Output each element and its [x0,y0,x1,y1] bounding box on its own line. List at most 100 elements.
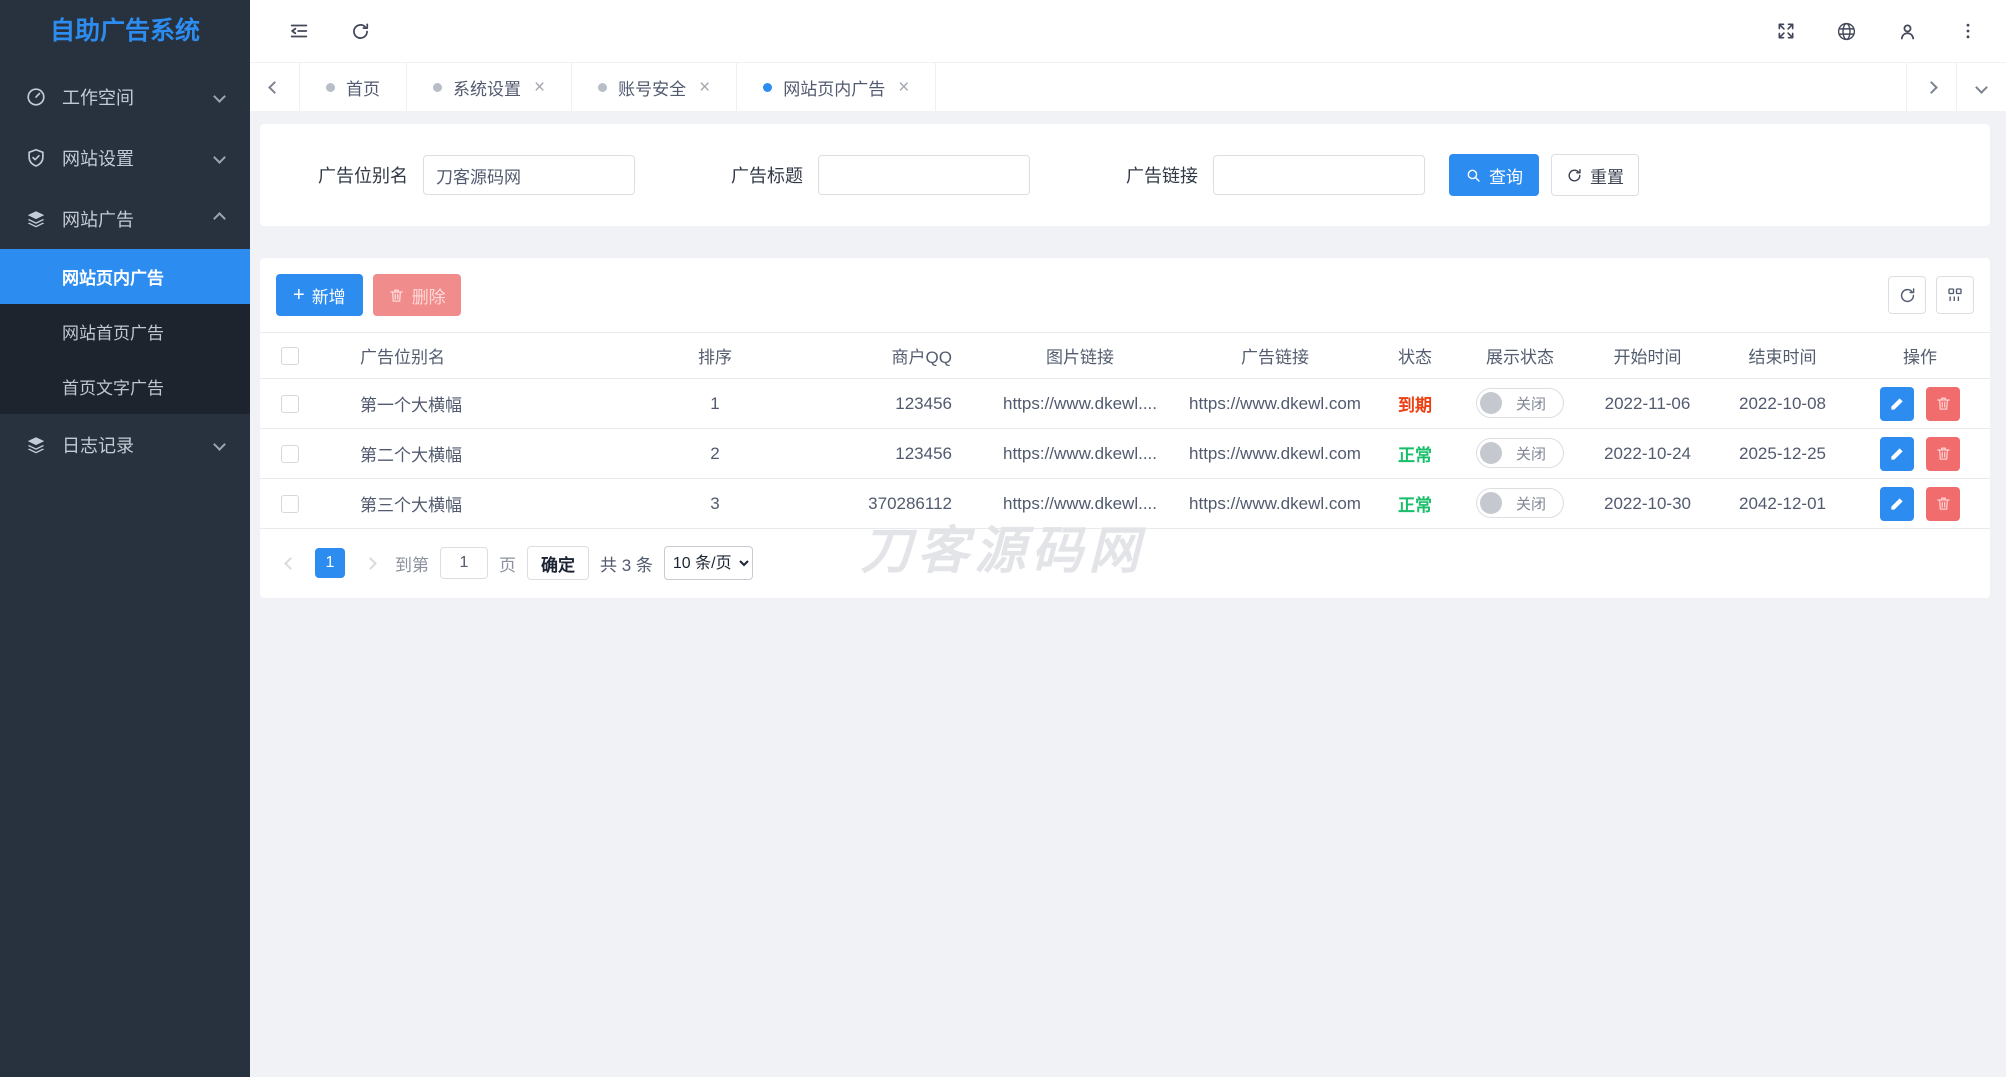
row-edit-button[interactable] [1880,487,1914,521]
field-label: 广告位别名 [318,162,408,188]
sidebar-item-site-settings[interactable]: 网站设置 [0,127,250,188]
tabs-scroll-right-button[interactable] [1906,63,1956,111]
row-delete-button[interactable] [1926,387,1960,421]
search-field-ad-link: 广告链接 [1126,155,1425,195]
goto-page-input[interactable] [440,547,488,579]
search-panel: 广告位别名 广告标题 广告链接 查询 [260,124,1990,226]
app-title: 自助广告系统 [0,0,250,62]
cell-end-time: 2022-10-08 [1715,379,1850,429]
plus-icon: + [293,285,305,305]
reset-button[interactable]: 重置 [1551,154,1639,196]
search-field-slot-name: 广告位别名 [318,155,635,195]
cell-ad-slot-name: 第二个大横幅 [320,429,620,479]
tab-label: 首页 [346,75,380,100]
sidebar-submenu: 网站页内广告 网站首页广告 首页文字广告 [0,249,250,414]
cell-image-link: https://www.dkewl.... [980,429,1180,479]
sidebar-item-homepage-ads[interactable]: 网站首页广告 [0,304,250,359]
goto-label: 到第 [395,551,429,576]
cell-image-link: https://www.dkewl.... [980,379,1180,429]
cell-merchant-qq: 370286112 [810,479,980,529]
toggle-label: 关闭 [1502,393,1560,414]
chevron-down-icon [213,90,226,103]
tabs-menu-button[interactable] [1956,63,2006,111]
delete-button[interactable]: 删除 [373,274,461,316]
ads-table: 广告位别名 排序 商户QQ 图片链接 广告链接 状态 展示状态 开始时间 结束时… [260,332,1990,529]
topbar [250,0,2006,62]
menu-fold-icon[interactable] [288,20,310,42]
add-button[interactable]: + 新增 [276,274,363,316]
row-delete-button[interactable] [1926,487,1960,521]
ad-slot-name-input[interactable] [423,155,635,195]
sidebar-item-label: 工作空间 [62,84,215,110]
row-edit-button[interactable] [1880,387,1914,421]
refresh-icon[interactable] [350,21,371,42]
chevron-down-icon [213,151,226,164]
table-refresh-button[interactable] [1888,276,1926,314]
sidebar-item-logs[interactable]: 日志记录 [0,414,250,475]
column-header: 广告位别名 [320,333,620,379]
globe-icon[interactable] [1836,21,1857,42]
page-number-button[interactable]: 1 [315,548,345,578]
total-count-label: 共 3 条 [600,551,653,576]
tab-dot [763,83,772,92]
chevron-down-icon [213,438,226,451]
close-icon[interactable]: × [898,78,909,97]
display-state-toggle[interactable]: 关闭 [1476,438,1564,468]
column-header: 结束时间 [1715,333,1850,379]
sidebar-item-label: 网站设置 [62,145,215,171]
sidebar-item-label: 日志记录 [62,432,215,458]
row-delete-button[interactable] [1926,437,1960,471]
reset-icon [1566,167,1583,184]
table-toolbar: + 新增 删除 [260,258,1990,332]
table-row: 第三个大横幅 3 370286112 https://www.dkewl....… [260,479,1990,529]
user-icon[interactable] [1897,21,1918,42]
tabbar-spacer [936,63,1906,111]
toggle-label: 关闭 [1502,443,1560,464]
cell-merchant-qq: 123456 [810,379,980,429]
sidebar-item-inpage-ads[interactable]: 网站页内广告 [0,249,250,304]
row-checkbox[interactable] [281,445,299,463]
kebab-menu-icon[interactable] [1958,21,1978,41]
select-all-checkbox[interactable] [281,347,299,365]
row-checkbox[interactable] [281,495,299,513]
content: 广告位别名 广告标题 广告链接 查询 [250,111,2006,1077]
column-settings-button[interactable] [1936,276,1974,314]
cell-start-time: 2022-10-30 [1580,479,1715,529]
query-button[interactable]: 查询 [1449,154,1539,196]
display-state-toggle[interactable]: 关闭 [1476,488,1564,518]
cell-start-time: 2022-10-24 [1580,429,1715,479]
tab-dot [433,83,442,92]
tab-account-security[interactable]: 账号安全 × [572,63,737,111]
trash-icon [388,287,405,304]
next-page-button[interactable] [356,549,384,577]
tabbar: 首页 系统设置 × 账号安全 × 网站页内广告 × [250,62,2006,111]
tab-system-settings[interactable]: 系统设置 × [407,63,572,111]
cell-end-time: 2042-12-01 [1715,479,1850,529]
status-badge: 正常 [1398,496,1432,515]
sidebar-item-home-text-ads[interactable]: 首页文字广告 [0,359,250,414]
ad-link-input[interactable] [1213,155,1425,195]
page-size-select[interactable]: 10 条/页 [664,546,753,580]
display-state-toggle[interactable]: 关闭 [1476,388,1564,418]
cell-sort: 1 [620,379,810,429]
cell-ad-slot-name: 第三个大横幅 [320,479,620,529]
sidebar-item-site-ads[interactable]: 网站广告 [0,188,250,249]
cell-start-time: 2022-11-06 [1580,379,1715,429]
tab-home[interactable]: 首页 [300,63,407,111]
row-edit-button[interactable] [1880,437,1914,471]
topbar-right [1776,21,1978,42]
tabs-scroll-left-button[interactable] [250,63,300,111]
tab-inpage-ads[interactable]: 网站页内广告 × [737,63,936,111]
fullscreen-icon[interactable] [1776,21,1796,41]
sidebar-item-workspace[interactable]: 工作空间 [0,66,250,127]
prev-page-button[interactable] [276,549,304,577]
toggle-knob [1480,442,1502,464]
pagination: 1 到第 页 确定 共 3 条 10 条/页 [260,529,1990,598]
cell-end-time: 2025-12-25 [1715,429,1850,479]
ad-title-input[interactable] [818,155,1030,195]
close-icon[interactable]: × [699,78,710,97]
close-icon[interactable]: × [534,78,545,97]
row-checkbox[interactable] [281,395,299,413]
goto-confirm-button[interactable]: 确定 [527,546,589,580]
column-header: 广告链接 [1180,333,1370,379]
